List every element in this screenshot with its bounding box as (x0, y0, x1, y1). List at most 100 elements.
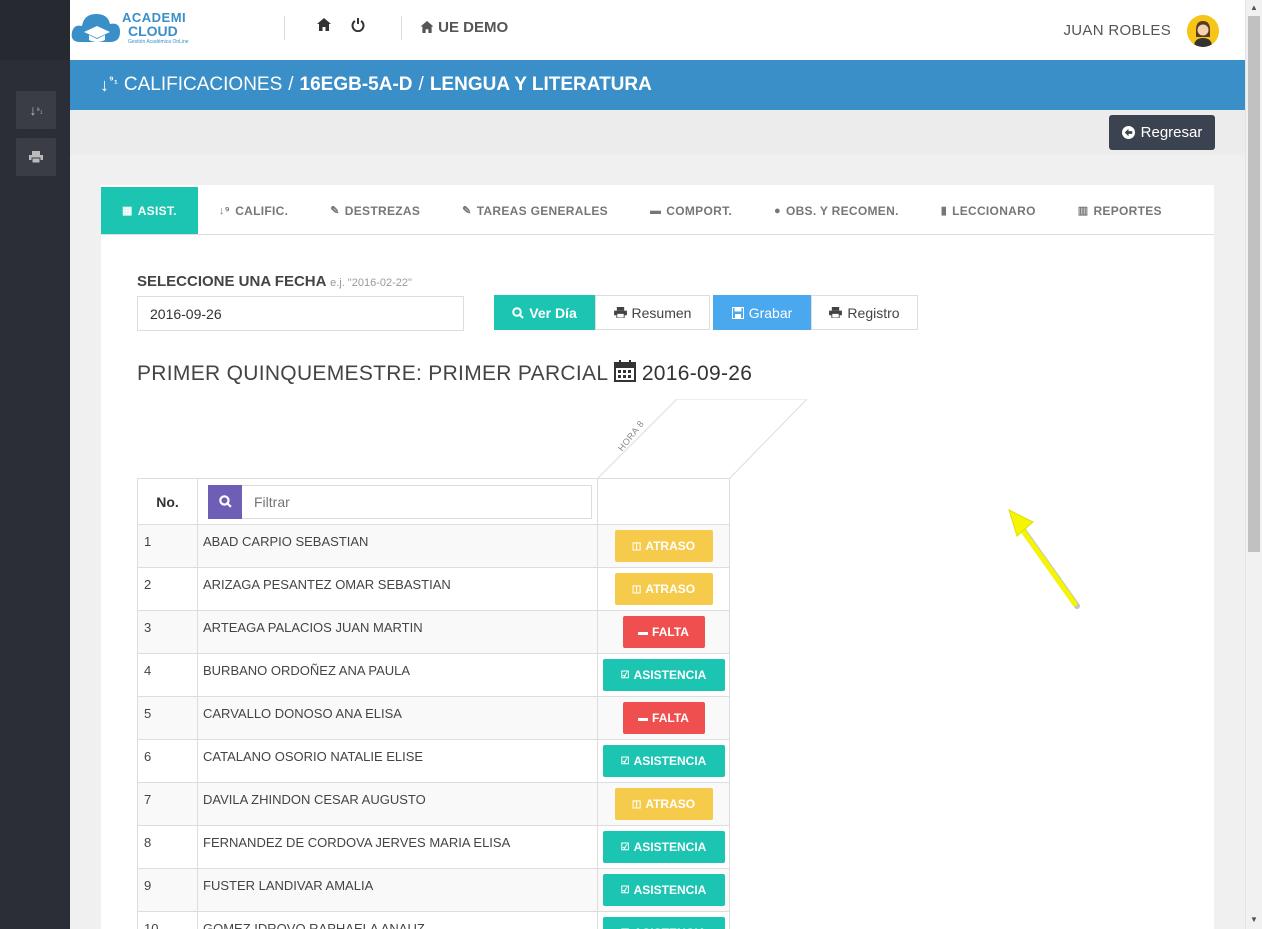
row-number: 8 (137, 825, 198, 869)
attendance-status-button[interactable]: ☑ASISTENCIA (602, 831, 725, 863)
table-row: 3 ARTEAGA PALACIOS JUAN MARTIN ▬ FALTA (137, 610, 730, 654)
day-button-group: Ver Día Resumen (494, 295, 710, 330)
sort-numeric-icon: ↓⁹ (218, 204, 231, 217)
left-sidebar: ↓ ⁹₁ (0, 0, 70, 929)
attendance-status-button[interactable]: ☑ASISTENCIA (602, 874, 725, 906)
clock-icon: ◫ (631, 540, 642, 552)
date-label: SELECCIONE UNA FECHA e.j. "2016-02-22" (137, 273, 412, 290)
ver-dia-label: Ver Día (529, 304, 577, 321)
org-name: UE DEMO (438, 19, 509, 36)
table-row: 1 ABAD CARPIO SEBASTIAN ◫ ATRASO (137, 524, 730, 568)
attendance-status-button[interactable]: ☑ASISTENCIA (602, 917, 725, 929)
scroll-down-icon[interactable]: ▼ (1250, 915, 1258, 924)
column-header-no: No. (137, 478, 198, 525)
page-scrollbar[interactable]: ▲ ▼ (1245, 0, 1262, 929)
top-header: ACADEMI CLOUD Gestión Académica OnLine U… (70, 0, 1245, 60)
scroll-thumb[interactable] (1248, 16, 1260, 552)
user-avatar[interactable] (1187, 15, 1219, 47)
power-icon[interactable] (351, 18, 365, 36)
student-name: DAVILA ZHINDON CESAR AUGUSTO (197, 782, 598, 826)
date-field[interactable] (137, 296, 464, 331)
resumen-label: Resumen (631, 304, 692, 321)
student-name: FERNANDEZ DE CORDOVA JERVES MARIA ELISA (197, 825, 598, 869)
attendance-cell: ☑ASISTENCIA (597, 911, 730, 929)
scroll-up-icon[interactable]: ▲ (1250, 3, 1258, 12)
tab-tareas-generales[interactable]: ✎ TAREAS GENERALES (441, 187, 629, 234)
academicloud-logo[interactable]: ACADEMI CLOUD Gestión Académica OnLine (70, 6, 190, 54)
ver-dia-button[interactable]: Ver Día (494, 295, 595, 330)
comment-dots-icon: ▬ (649, 204, 662, 217)
filter-search-button[interactable] (208, 484, 242, 519)
tab-asist[interactable]: ▦ ASIST. (101, 187, 198, 234)
attendance-status-label: ASISTENCIA (633, 668, 707, 682)
attendance-cell: ☑ASISTENCIA (597, 868, 730, 912)
action-bar: Regresar (70, 110, 1245, 155)
row-number: 9 (137, 868, 198, 912)
attendance-table: No. 1ABAD CARPIO SEBASTIAN◫ATRASO2ARIZAG… (137, 478, 730, 929)
attendance-status-label: ASISTENCIA (633, 754, 707, 768)
clock-icon: ◫ (631, 583, 642, 595)
date-label-text: SELECCIONE UNA FECHA (137, 273, 326, 290)
grabar-button[interactable]: Grabar (713, 295, 811, 330)
tab-label: LECCIONARO (952, 203, 1036, 218)
back-button[interactable]: Regresar (1109, 115, 1215, 150)
back-button-label: Regresar (1140, 124, 1203, 141)
home-icon[interactable] (317, 18, 331, 35)
registro-button[interactable]: Registro (811, 295, 918, 330)
print-icon (613, 307, 627, 318)
user-name[interactable]: JUAN ROBLES (1064, 22, 1172, 39)
minus-square-icon: ▬ (638, 712, 649, 724)
sidebar-header (0, 0, 70, 60)
circle-arrow-left-icon (1121, 126, 1135, 139)
attendance-cell: ☑ASISTENCIA (597, 653, 730, 697)
student-name: ABAD CARPIO SEBASTIAN (197, 524, 598, 568)
breadcrumb-separator: / (288, 74, 294, 95)
search-icon (512, 306, 524, 319)
attendance-cell: ▬ FALTA (597, 696, 730, 740)
attendance-status-button[interactable]: ◫ ATRASO (614, 530, 713, 562)
bar-chart-icon: ▥ (1077, 205, 1089, 217)
tab-obs-recomen[interactable]: ● OBS. Y RECOMEN. (753, 187, 920, 234)
page-title-bar: ↓⁹₁ CALIFICACIONES / 16EGB-5A-D / LENGUA… (70, 60, 1245, 110)
attendance-cell: ☑ASISTENCIA (597, 739, 730, 783)
attendance-cell: ◫ ATRASO (597, 567, 730, 611)
attendance-status-label: FALTA (652, 625, 689, 639)
table-row: 10GOMEZ IDROVO RAPHAELA ANAUZ ☑ASISTENCIA (137, 911, 730, 929)
tab-reportes[interactable]: ▥ REPORTES (1057, 187, 1183, 234)
tab-calific[interactable]: ↓⁹ CALIFIC. (198, 187, 309, 234)
calendar-icon (613, 360, 636, 382)
row-number: 10 (137, 911, 198, 929)
attendance-status-button[interactable]: ◫ ATRASO (614, 788, 713, 820)
row-number: 6 (137, 739, 198, 783)
table-row: 6 CATALANO OSORIO NATALIE ELISE ☑ ASISTENCI… (137, 739, 730, 783)
check-square-icon: ☑ (620, 755, 630, 767)
sort-numeric-icon: ↓⁹₁ (100, 74, 118, 95)
attendance-status-button[interactable]: ▬ FALTA (622, 616, 705, 648)
comments-icon: ● (774, 204, 781, 217)
attendance-status-button[interactable]: ☑ASISTENCIA (602, 745, 725, 777)
check-square-icon: ☑ (620, 884, 630, 896)
print-icon[interactable] (16, 138, 56, 176)
row-number: 4 (137, 653, 198, 697)
period-heading: PRIMER QUINQUEMESTRE: PRIMER PARCIAL 201… (137, 360, 752, 386)
sort-numeric-icon[interactable]: ↓ ⁹₁ (16, 91, 56, 129)
breadcrumb-separator: / (418, 74, 424, 95)
table-header-row: No. (137, 478, 730, 525)
tab-comport[interactable]: ▬ COMPORT. (629, 187, 753, 234)
attendance-status-button[interactable]: ◫ ATRASO (614, 573, 713, 605)
org-selector[interactable]: UE DEMO (420, 19, 508, 36)
resumen-button[interactable]: Resumen (595, 295, 710, 330)
attendance-status-button[interactable]: ▬ FALTA (622, 702, 705, 734)
attendance-status-label: ATRASO (645, 582, 696, 596)
table-row: 9 FUSTER LANDIVAR AMALIA ☑ ASISTENCIA (137, 868, 730, 912)
attendance-status-button[interactable]: ☑ASISTENCIA (602, 659, 725, 691)
tab-destrezas[interactable]: ✎ DESTREZAS (309, 187, 441, 234)
date-hint: e.j. "2016-02-22" (330, 277, 412, 289)
check-square-icon: ☑ (620, 841, 630, 853)
tab-leccionaro[interactable]: ▮ LECCIONARO (920, 187, 1057, 234)
filter-input[interactable] (242, 484, 592, 519)
tab-label: DESTREZAS (344, 203, 421, 218)
tab-label: COMPORT. (666, 203, 732, 218)
attendance-status-label: ATRASO (645, 797, 696, 811)
student-name: FUSTER LANDIVAR AMALIA (197, 868, 598, 912)
